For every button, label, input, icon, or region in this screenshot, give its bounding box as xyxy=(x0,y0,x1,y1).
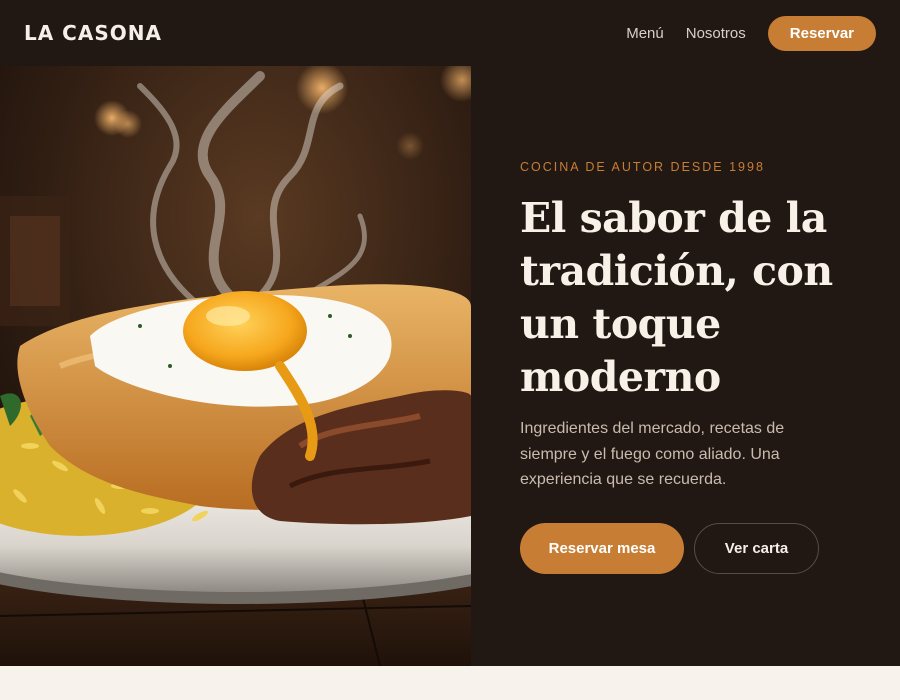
top-navbar: LA CASONA Menú Nosotros Reservar xyxy=(0,0,900,66)
hero-section: COCINA DE AUTOR DESDE 1998 El sabor de l… xyxy=(0,66,900,666)
nav-link-about[interactable]: Nosotros xyxy=(686,25,746,42)
view-menu-button[interactable]: Ver carta xyxy=(694,523,819,574)
hero-headline: El sabor de la tradición, con un toque m… xyxy=(520,194,833,401)
hero-actions: Reservar mesa Ver carta xyxy=(520,523,819,574)
main-nav: Menú Nosotros Reservar xyxy=(626,15,876,51)
hero-eyebrow: COCINA DE AUTOR DESDE 1998 xyxy=(520,160,765,174)
hero-description: Ingredientes del mercado, recetas de sie… xyxy=(520,420,785,488)
next-section-background xyxy=(0,666,900,700)
reserve-button[interactable]: Reservar xyxy=(767,15,876,51)
hero-food-image xyxy=(0,66,471,666)
reserve-table-button[interactable]: Reservar mesa xyxy=(520,523,684,574)
food-photo-illustration xyxy=(0,66,471,666)
brand-logo[interactable]: LA CASONA xyxy=(24,21,162,45)
nav-link-menu[interactable]: Menú xyxy=(626,25,664,42)
